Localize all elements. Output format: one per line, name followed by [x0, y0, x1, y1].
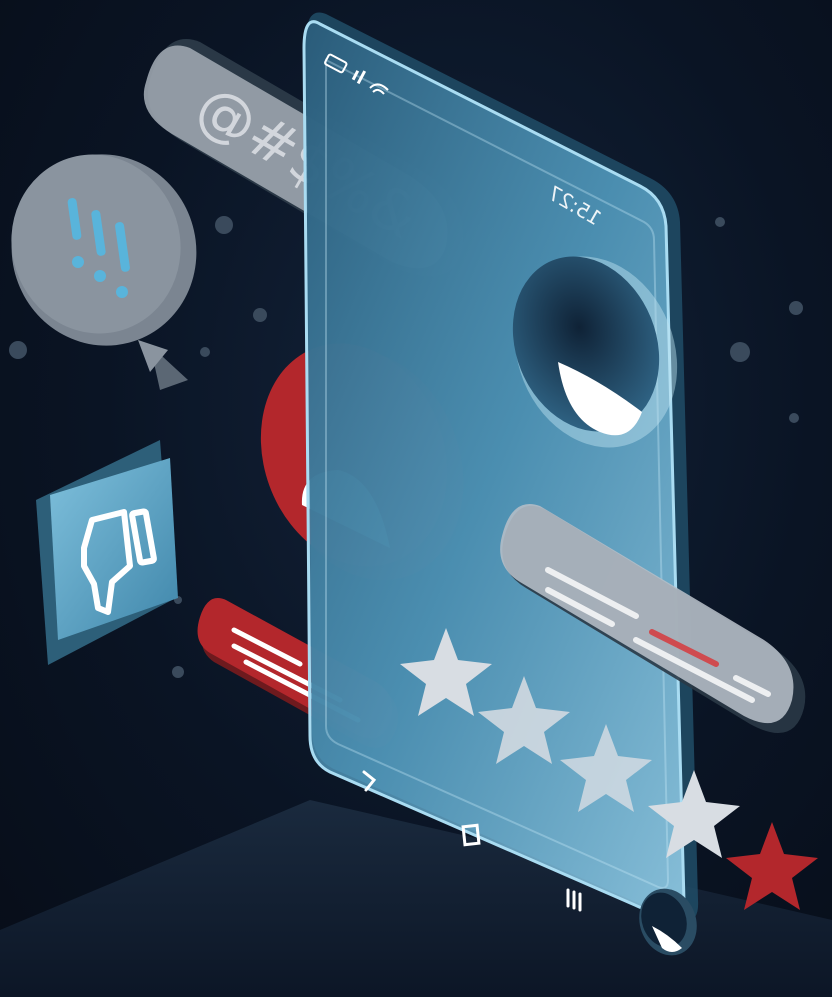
- scene-svg: @#$%&: [0, 12, 832, 997]
- thumbs-down-tile: [36, 440, 178, 665]
- phone: 15:27: [302, 12, 699, 922]
- star-highlighted-icon[interactable]: [726, 822, 818, 910]
- illustration-scene: @#$%&: [0, 0, 832, 997]
- exclamation-bubble: [11, 154, 197, 390]
